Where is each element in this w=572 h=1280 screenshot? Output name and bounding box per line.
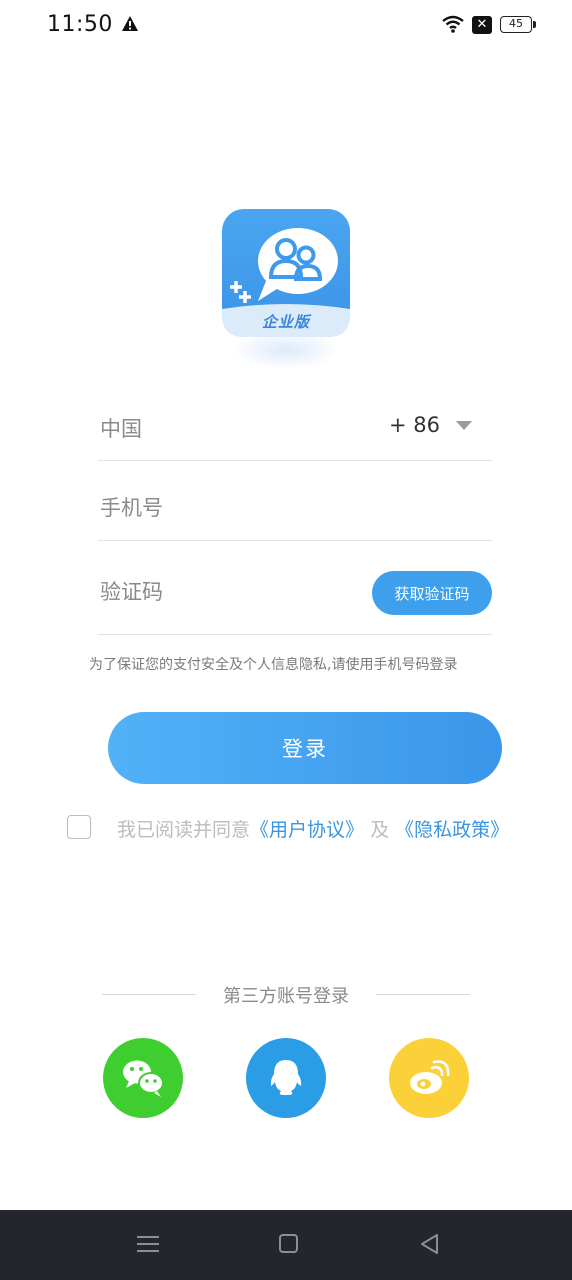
status-bar: 11:50 ✕ 45: [0, 0, 572, 52]
weibo-icon: [410, 1060, 450, 1094]
wifi-icon: [442, 15, 464, 33]
wechat-icon: [123, 1060, 164, 1097]
get-code-button[interactable]: 获取验证码: [372, 571, 492, 615]
privacy-policy-link[interactable]: 《隐私政策》: [395, 819, 509, 841]
login-hint: 为了保证您的支付安全及个人信息隐私,请使用手机号码登录: [89, 657, 458, 673]
qq-login-button[interactable]: [246, 1038, 326, 1118]
third-party-title: 第三方账号登录: [223, 986, 349, 1007]
battery-icon: 45: [500, 16, 532, 33]
divider: [376, 994, 470, 995]
agreement-row: 我已阅读并同意《用户协议》 及 《隐私政策》: [67, 814, 547, 842]
login-button[interactable]: 登录: [108, 712, 502, 784]
code-row: 获取验证码: [98, 555, 492, 635]
wechat-login-button[interactable]: [103, 1038, 183, 1118]
warning-icon: [122, 16, 138, 31]
status-time: 11:50: [47, 12, 113, 37]
sim-off-icon: ✕: [472, 16, 492, 34]
logo-badge-text: 企业版: [261, 313, 310, 331]
agreement-connector: 及: [364, 819, 396, 841]
home-icon[interactable]: [279, 1234, 298, 1253]
caret-down-icon[interactable]: [456, 421, 472, 430]
menu-icon[interactable]: [137, 1234, 159, 1254]
app-logo: 企业版: [222, 209, 350, 337]
weibo-login-button[interactable]: [389, 1038, 469, 1118]
phone-input[interactable]: [98, 491, 482, 525]
country-selector[interactable]: 中国 + 86: [98, 395, 492, 461]
agreement-text: 我已阅读并同意《用户协议》 及 《隐私政策》: [117, 815, 509, 842]
country-name: 中国: [100, 417, 142, 441]
qq-icon: [270, 1060, 302, 1095]
phone-row: [98, 475, 492, 541]
verification-code-input[interactable]: [98, 575, 362, 609]
system-nav-bar: [0, 1210, 572, 1280]
agreement-prefix: 我已阅读并同意: [117, 819, 251, 841]
battery-level: 45: [509, 17, 523, 30]
country-code: + 86: [389, 413, 440, 437]
user-agreement-link[interactable]: 《用户协议》: [250, 819, 364, 841]
back-icon[interactable]: [419, 1233, 441, 1255]
agreement-checkbox[interactable]: [67, 815, 91, 839]
battery-nub: [533, 21, 536, 28]
third-party-header: 第三方账号登录: [102, 980, 470, 1010]
